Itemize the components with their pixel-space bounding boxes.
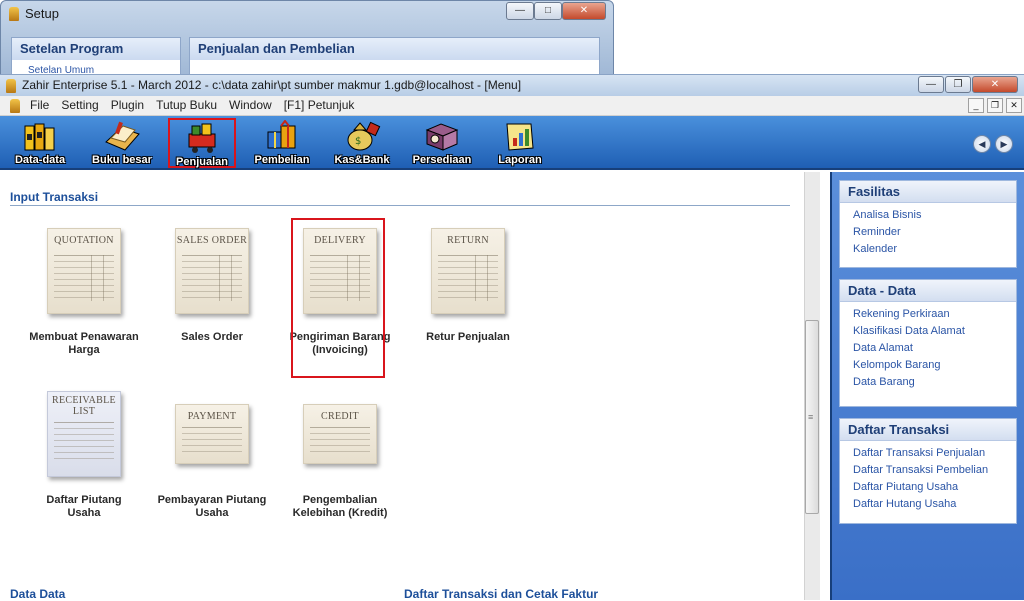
menu-tutup-buku[interactable]: Tutup Buku	[156, 98, 217, 112]
main-window-title: Zahir Enterprise 5.1 - March 2012 - c:\d…	[22, 78, 522, 92]
link-daftar-hutang-usaha[interactable]: Daftar Hutang Usaha	[840, 495, 1016, 512]
link-data-barang[interactable]: Data Barang	[840, 373, 1016, 390]
link-analisa-bisnis[interactable]: Analisa Bisnis	[840, 206, 1016, 223]
doc-label-retur-penjualan[interactable]: Retur Penjualan	[413, 331, 523, 344]
payment-doc-icon[interactable]: PAYMENT	[175, 404, 249, 464]
section-divider	[10, 205, 790, 206]
link-klasifikasi-data-alamat[interactable]: Klasifikasi Data Alamat	[840, 322, 1016, 339]
content-area	[0, 172, 830, 600]
link-daftar-transaksi-pembelian[interactable]: Daftar Transaksi Pembelian	[840, 461, 1016, 478]
sales-cart-icon	[183, 122, 221, 154]
doc-label-pembayaran-piutang[interactable]: Pembayaran Piutang Usaha	[157, 494, 267, 520]
data-data-card: Data - Data Rekening Perkiraan Klasifika…	[839, 279, 1017, 407]
fasilitas-card: Fasilitas Analisa Bisnis Reminder Kalend…	[839, 180, 1017, 268]
ledger-book-icon	[103, 120, 141, 152]
doc-label-pengembalian-kelebihan[interactable]: Pengembalian Kelebihan (Kredit)	[285, 494, 395, 520]
toolbar-kas-bank[interactable]: $ Kas&Bank	[328, 118, 396, 168]
link-rekening-perkiraan[interactable]: Rekening Perkiraan	[840, 305, 1016, 322]
doc-header: SALES ORDER	[176, 235, 248, 246]
inventory-box-icon	[423, 120, 461, 152]
section-title-input-transaksi: Input Transaksi	[10, 190, 99, 204]
menu-bar: File Setting Plugin Tutup Buku Window [F…	[0, 96, 1024, 116]
link-kalender[interactable]: Kalender	[840, 240, 1016, 257]
data-data-card-title: Data - Data	[840, 280, 1016, 302]
toolbar-pembelian[interactable]: Pembelian	[248, 118, 316, 168]
quotation-doc-icon[interactable]: QUOTATION	[47, 228, 121, 314]
section-title-daftar-transaksi-cetak: Daftar Transaksi dan Cetak Faktur	[404, 587, 599, 601]
toolbar-pembelian-label: Pembelian	[254, 154, 310, 166]
zahir-app-icon	[6, 79, 16, 93]
doc-label-daftar-piutang[interactable]: Daftar Piutang Usaha	[29, 494, 139, 520]
setup-title-text: Setup	[25, 6, 59, 21]
delivery-highlight-box	[291, 218, 385, 378]
main-window-titlebar: Zahir Enterprise 5.1 - March 2012 - c:\d…	[0, 74, 1024, 96]
receivable-list-doc-icon[interactable]: RECEIVABLE LIST	[47, 391, 121, 477]
main-minimize-button[interactable]: —	[918, 76, 944, 93]
toolbar-buku-besar[interactable]: Buku besar	[88, 118, 156, 168]
doc-header: QUOTATION	[54, 235, 114, 246]
menu-plugin[interactable]: Plugin	[111, 98, 144, 112]
mdi-minimize-button[interactable]: _	[968, 98, 984, 113]
link-reminder[interactable]: Reminder	[840, 223, 1016, 240]
main-toolbar: Data-data Buku besar Penjualan Pembelian…	[0, 116, 1024, 170]
link-daftar-transaksi-penjualan[interactable]: Daftar Transaksi Penjualan	[840, 444, 1016, 461]
toolbar-laporan-label: Laporan	[498, 154, 542, 166]
folders-icon	[21, 120, 59, 152]
doc-header: RECEIVABLE LIST	[52, 395, 116, 417]
menu-app-icon[interactable]	[10, 99, 20, 113]
section-title-data-data: Data Data	[10, 587, 66, 601]
daftar-transaksi-card: Daftar Transaksi Daftar Transaksi Penjua…	[839, 418, 1017, 524]
scrollbar-grip-icon: ≡	[808, 412, 814, 422]
mdi-close-button[interactable]: ✕	[1006, 98, 1022, 113]
menu-petunjuk[interactable]: [F1] Petunjuk	[284, 98, 355, 112]
report-chart-icon	[501, 120, 539, 152]
setup-window: Setup — □ ✕ Setelan Program Setelan Umum…	[0, 0, 614, 79]
credit-doc-icon[interactable]: CREDIT	[303, 404, 377, 464]
minimize-button[interactable]: —	[506, 2, 534, 20]
link-data-alamat[interactable]: Data Alamat	[840, 339, 1016, 356]
toolbar-buku-besar-label: Buku besar	[92, 154, 152, 166]
maximize-button[interactable]: □	[534, 2, 562, 20]
toolbar-kas-bank-label: Kas&Bank	[334, 154, 390, 166]
toolbar-penjualan-label: Penjualan	[176, 156, 228, 168]
doc-header: RETURN	[447, 235, 489, 246]
setup-window-title: Setup	[9, 6, 59, 21]
toolbar-penjualan[interactable]: Penjualan	[168, 118, 236, 168]
nav-next-icon[interactable]: ▶	[995, 135, 1013, 153]
setup-right-panel: Penjualan dan Pembelian	[189, 37, 600, 79]
sales-order-doc-icon[interactable]: SALES ORDER	[175, 228, 249, 314]
doc-label-membuat-penawaran[interactable]: Membuat Penawaran Harga	[29, 331, 139, 357]
return-doc-icon[interactable]: RETURN	[431, 228, 505, 314]
zahir-app-icon	[9, 6, 19, 21]
link-daftar-piutang-usaha[interactable]: Daftar Piutang Usaha	[840, 478, 1016, 495]
menu-file[interactable]: File	[30, 98, 49, 112]
toolbar-persediaan[interactable]: Persediaan	[408, 118, 476, 168]
main-restore-button[interactable]: ❐	[945, 76, 971, 93]
doc-header: CREDIT	[321, 411, 359, 422]
toolbar-laporan[interactable]: Laporan	[486, 118, 554, 168]
daftar-transaksi-card-title: Daftar Transaksi	[840, 419, 1016, 441]
purchase-gifts-icon	[263, 119, 301, 152]
svg-text:$: $	[355, 136, 361, 147]
link-kelompok-barang[interactable]: Kelompok Barang	[840, 356, 1016, 373]
setup-left-panel: Setelan Program Setelan Umum	[11, 37, 181, 79]
money-bag-icon: $	[343, 120, 381, 152]
main-close-button[interactable]: ✕	[972, 76, 1018, 93]
doc-label-sales-order[interactable]: Sales Order	[157, 331, 267, 344]
toolbar-data-data[interactable]: Data-data	[6, 118, 74, 168]
setup-right-panel-title: Penjualan dan Pembelian	[190, 38, 599, 60]
mdi-restore-button[interactable]: ❐	[987, 98, 1003, 113]
menu-setting[interactable]: Setting	[61, 98, 98, 112]
close-button[interactable]: ✕	[562, 2, 606, 20]
menu-window[interactable]: Window	[229, 98, 272, 112]
nav-prev-icon[interactable]: ◀	[973, 135, 991, 153]
setup-left-panel-title: Setelan Program	[12, 38, 180, 60]
toolbar-persediaan-label: Persediaan	[412, 154, 472, 166]
toolbar-data-data-label: Data-data	[14, 154, 66, 166]
doc-header: PAYMENT	[187, 411, 237, 422]
fasilitas-card-title: Fasilitas	[840, 181, 1016, 203]
